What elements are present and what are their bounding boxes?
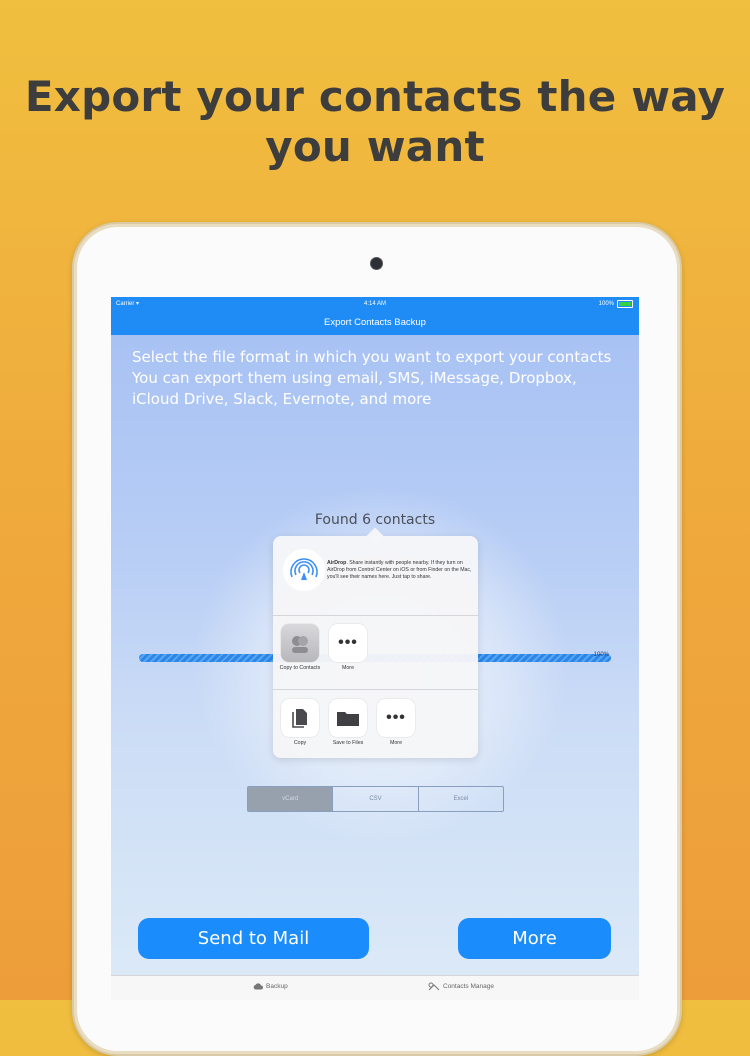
send-to-mail-button[interactable]: Send to Mail bbox=[138, 918, 369, 959]
share-sheet: AirDrop. Share instantly with people nea… bbox=[273, 536, 478, 758]
format-excel[interactable]: Excel bbox=[419, 787, 503, 811]
status-time: 4:14 AM bbox=[363, 301, 386, 307]
format-csv[interactable]: CSV bbox=[333, 787, 419, 811]
copy-to-contacts-label: Copy to Contacts bbox=[279, 665, 321, 671]
copy-label: Copy bbox=[293, 740, 307, 746]
copy-action[interactable]: Copy bbox=[278, 699, 322, 747]
status-bar: Carrier ▾ 4:14 AM 100% bbox=[111, 297, 639, 311]
more-actions-label: More bbox=[389, 740, 403, 746]
battery-label: 100% bbox=[598, 301, 614, 307]
save-to-files-action[interactable]: Save to Files bbox=[326, 699, 370, 747]
tab-bar: Backup Contacts Manage bbox=[111, 975, 639, 1000]
sheet-divider bbox=[273, 689, 478, 690]
more-apps-label: More bbox=[341, 665, 355, 671]
intro-text: Select the file format in which you want… bbox=[132, 347, 622, 410]
headline-line-1: Export your contacts the way bbox=[24, 72, 726, 121]
nav-bar: Export Contacts Backup bbox=[111, 311, 639, 335]
headline-line-2: you want bbox=[265, 122, 485, 171]
airdrop-title: AirDrop bbox=[327, 560, 347, 566]
progress-label: 100% bbox=[593, 652, 609, 658]
airdrop-description: AirDrop. Share instantly with people nea… bbox=[327, 560, 472, 580]
airdrop-body: Share instantly with people nearby. If t… bbox=[327, 560, 472, 580]
save-to-files-label: Save to Files bbox=[332, 740, 364, 746]
copy-doc-icon bbox=[281, 699, 319, 737]
tab-contacts-manage[interactable]: Contacts Manage bbox=[428, 982, 494, 991]
more-button[interactable]: More bbox=[458, 918, 611, 959]
more-dots-icon: ••• bbox=[329, 624, 367, 662]
format-vcard[interactable]: vCard bbox=[248, 787, 334, 811]
tab-contacts-manage-label: Contacts Manage bbox=[443, 983, 494, 990]
tab-backup[interactable]: Backup bbox=[253, 982, 288, 990]
found-contacts-label: Found 6 contacts bbox=[314, 512, 436, 528]
app-screen: Carrier ▾ 4:14 AM 100% Export Contacts B… bbox=[111, 297, 639, 1000]
headline: Export your contacts the way you want bbox=[0, 72, 750, 172]
cloud-icon bbox=[253, 983, 263, 990]
copy-to-contacts-action[interactable]: Copy to Contacts bbox=[278, 624, 322, 672]
intro-line-1: Select the file format in which you want… bbox=[132, 348, 612, 366]
more-dots-icon: ••• bbox=[377, 699, 415, 737]
contacts-manage-icon bbox=[428, 982, 440, 991]
sheet-divider bbox=[273, 615, 478, 616]
airdrop-icon[interactable] bbox=[282, 548, 326, 592]
battery-icon bbox=[617, 300, 633, 308]
tab-backup-label: Backup bbox=[266, 982, 288, 990]
battery-status: 100% bbox=[599, 297, 633, 311]
intro-line-3: iCloud Drive, Slack, Evernote, and more bbox=[132, 390, 432, 408]
contacts-app-icon bbox=[281, 624, 319, 662]
more-actions-action[interactable]: ••• More bbox=[374, 699, 418, 747]
nav-title: Export Contacts Backup bbox=[324, 317, 426, 328]
camera-icon bbox=[370, 257, 383, 270]
main-content: Select the file format in which you want… bbox=[111, 335, 639, 975]
format-segmented-control: vCard CSV Excel bbox=[247, 786, 504, 812]
more-apps-action[interactable]: ••• More bbox=[326, 624, 370, 672]
intro-line-2: You can export them using email, SMS, iM… bbox=[132, 369, 577, 387]
folder-icon bbox=[329, 699, 367, 737]
